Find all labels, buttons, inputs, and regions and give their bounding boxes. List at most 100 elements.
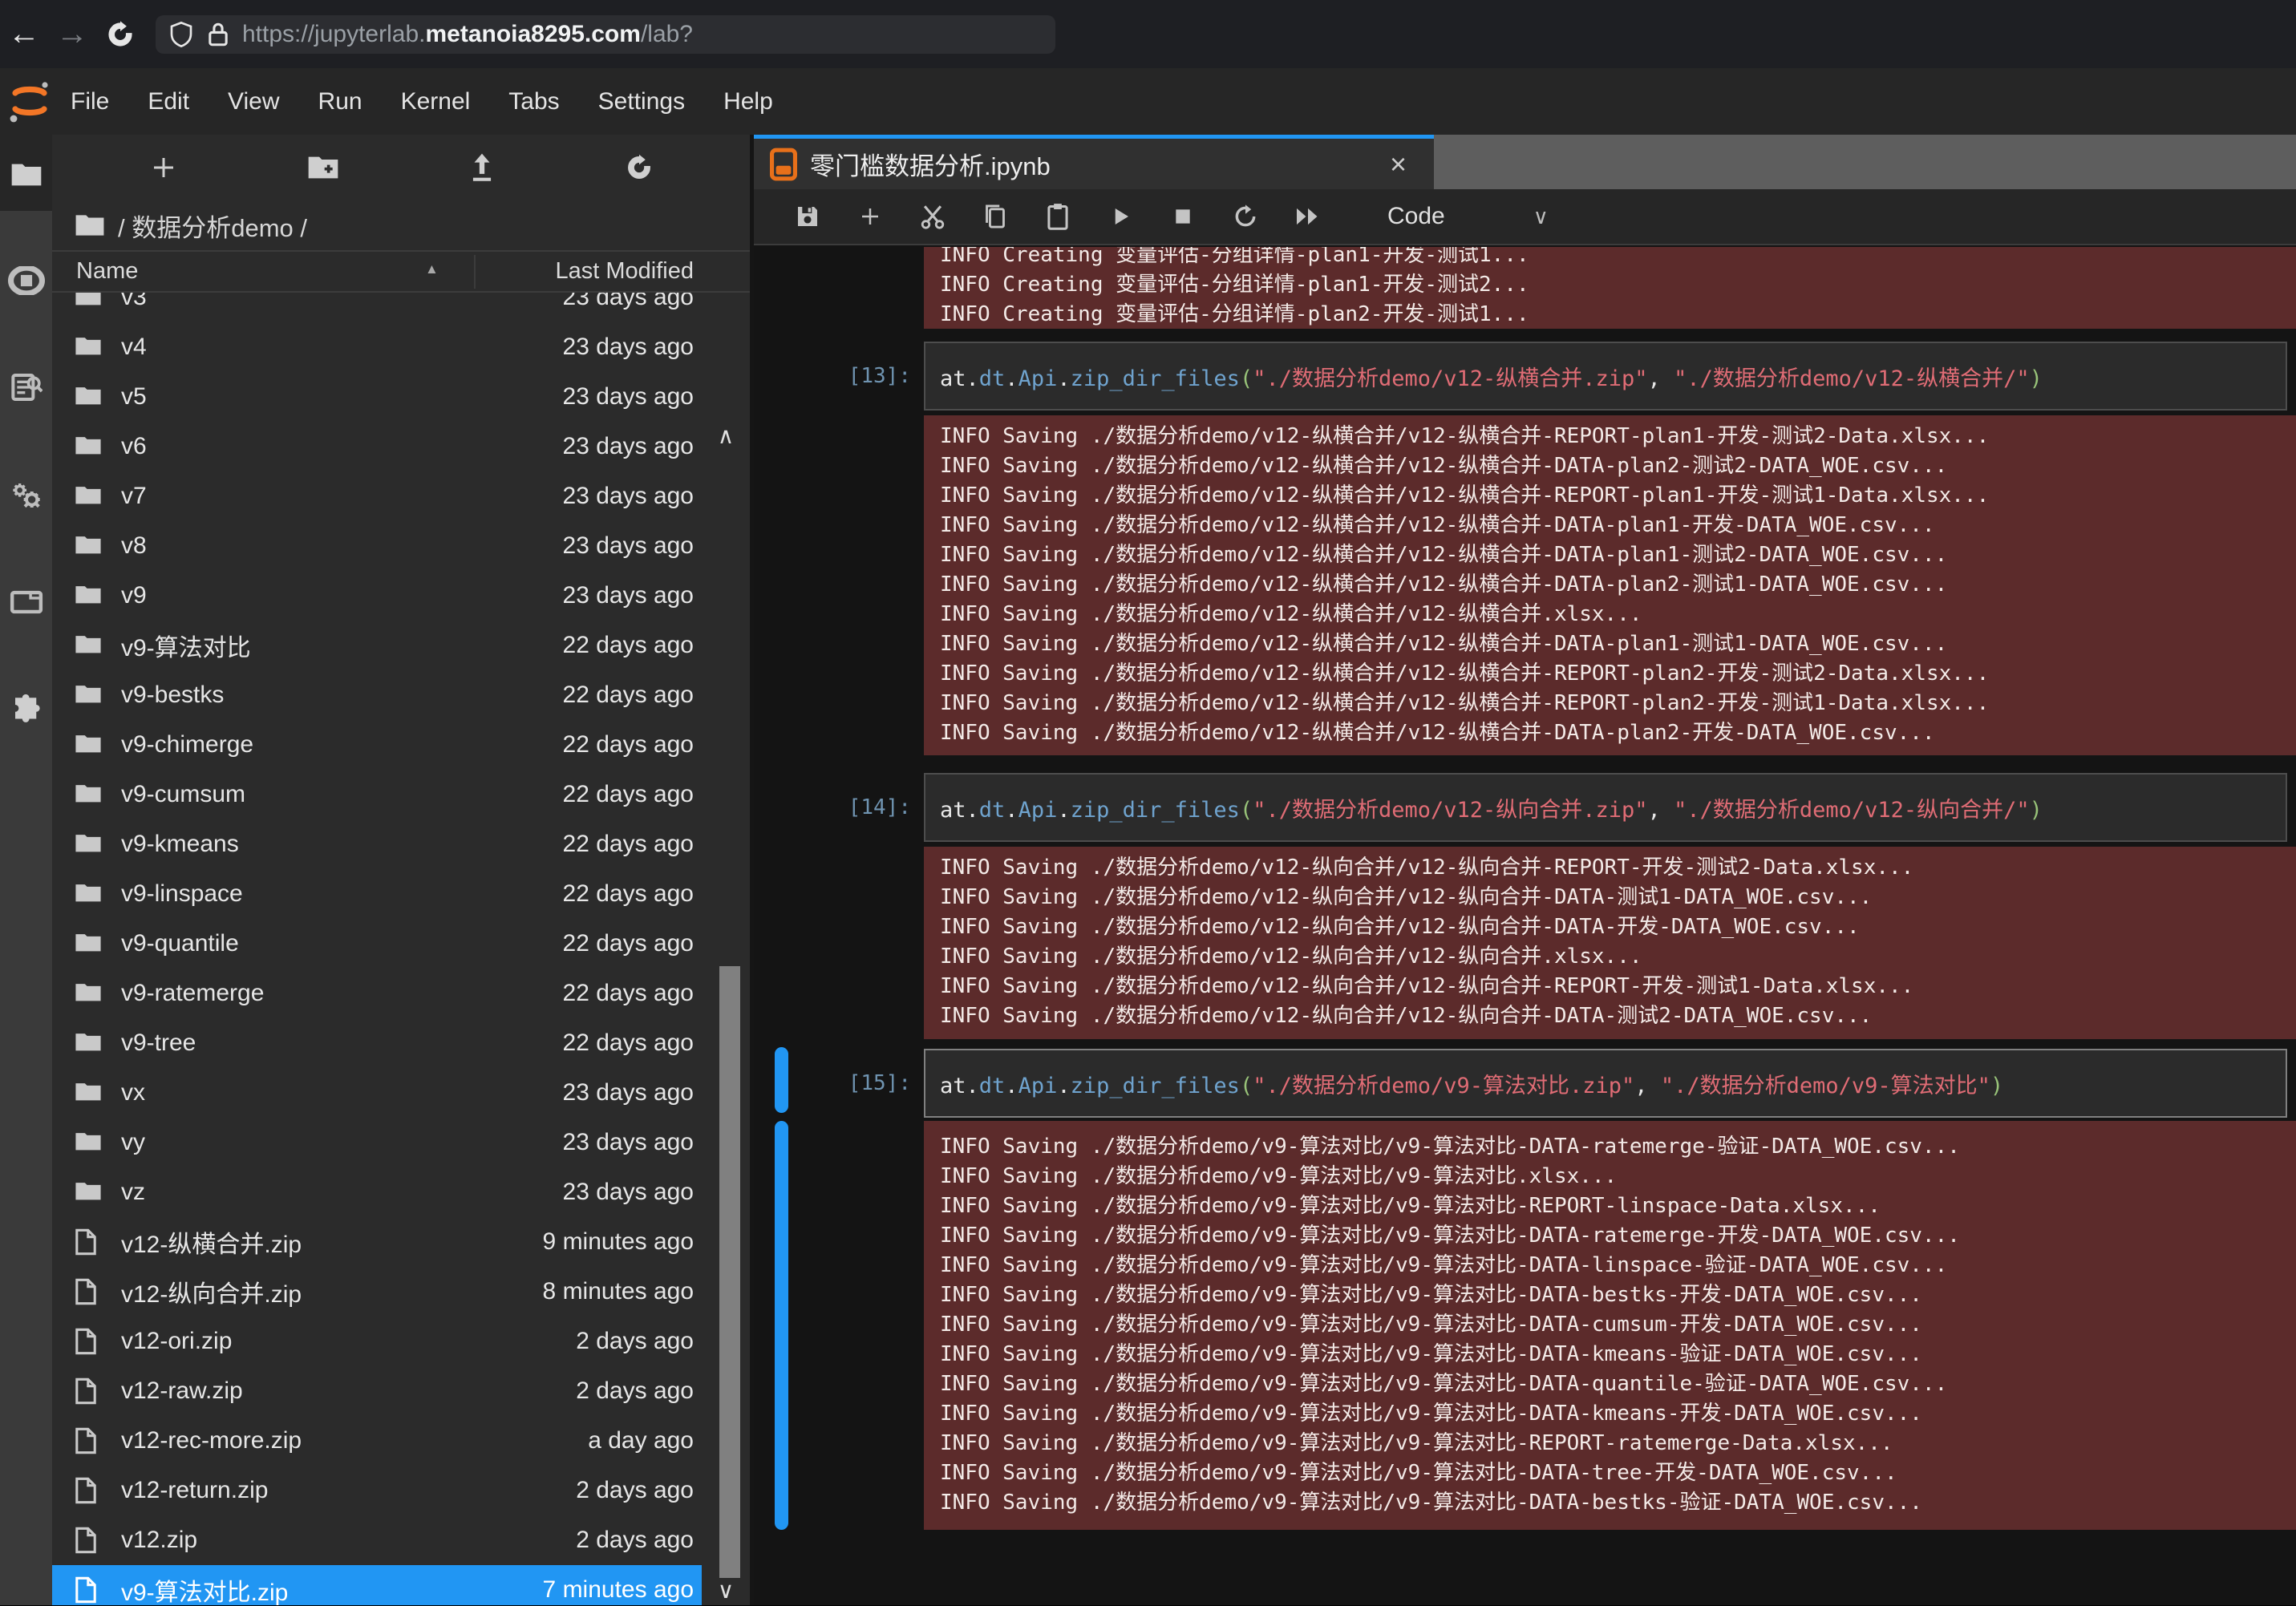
table-row[interactable]: v12-raw.zip 2 days ago [52,1366,702,1416]
table-row[interactable]: v9-ratemerge 22 days ago [52,969,702,1018]
notebook-panel: 零门槛数据分析.ipynb × Co [754,135,2296,1605]
restart-run-all-icon[interactable] [1277,192,1339,241]
save-icon[interactable] [776,192,839,241]
table-of-contents-icon[interactable] [0,363,52,411]
table-row[interactable]: v4 23 days ago [52,322,702,372]
table-row[interactable]: v12-ori.zip 2 days ago [52,1317,702,1366]
file-modified: 23 days ago [563,334,694,361]
file-browser-icon[interactable] [0,151,52,199]
table-row[interactable]: v6 23 days ago [52,422,702,471]
new-folder-icon[interactable] [307,154,339,181]
file-modified: 7 minutes ago [543,1576,694,1604]
table-row[interactable]: v12-rec-more.zip a day ago [52,1416,702,1466]
breadcrumb[interactable]: / 数据分析demo / [75,200,307,250]
back-icon[interactable]: ← [0,10,48,59]
file-name: v9-算法对比.zip [121,1572,543,1605]
cell-prompt: [15]: [754,1071,911,1095]
file-browser-panel: / 数据分析demo / Name ▲ Last Modified v3 23 … [52,135,750,1605]
folder-icon [75,682,102,709]
file-name: v12.zip [121,1527,576,1554]
paste-cells-icon[interactable] [1027,192,1089,241]
file-modified: 23 days ago [563,383,694,411]
table-row[interactable]: v9-tree 22 days ago [52,1018,702,1068]
menu-settings[interactable]: Settings [579,68,704,135]
file-list-scrollbar-thumb[interactable] [719,966,740,1578]
restart-kernel-icon[interactable] [1214,192,1277,241]
run-cell-icon[interactable] [1089,192,1152,241]
table-row[interactable]: v9-linspace 22 days ago [52,869,702,919]
code-cell[interactable]: at.dt.Api.zip_dir_files("./数据分析demo/v12-… [924,773,2287,842]
table-row[interactable]: v9-quantile 22 days ago [52,919,702,969]
table-row[interactable]: v9-cumsum 22 days ago [52,770,702,819]
table-row[interactable]: v12-纵向合并.zip 8 minutes ago [52,1267,702,1317]
notebook-tab[interactable]: 零门槛数据分析.ipynb × [754,135,1434,189]
new-launcher-icon[interactable] [149,153,178,182]
copy-cells-icon[interactable] [964,192,1027,241]
code-cell[interactable]: at.dt.Api.zip_dir_files("./数据分析demo/v12-… [924,342,2287,411]
code-cell-selected[interactable]: at.dt.Api.zip_dir_files("./数据分析demo/v9-算… [924,1049,2287,1118]
table-row[interactable]: vz 23 days ago [52,1167,702,1217]
table-row[interactable]: v9 23 days ago [52,571,702,621]
file-name: vz [121,1179,563,1206]
table-row[interactable]: v9-算法对比 22 days ago [52,621,702,670]
add-cell-icon[interactable] [839,192,901,241]
folder-icon [75,383,102,411]
cell-type-dropdown[interactable]: Code ∨ [1387,203,1549,230]
log-line: INFO Saving ./数据分析demo/v12-纵向合并/v12-纵向合并… [940,912,2296,942]
column-name[interactable]: Name [76,258,138,285]
table-row[interactable]: v9-kmeans 22 days ago [52,819,702,869]
stop-kernel-icon[interactable] [1152,192,1214,241]
address-bar[interactable]: https://jupyterlab.metanoia8295.com/lab? [156,15,1055,54]
file-name: v9-算法对比 [121,628,563,663]
table-row[interactable]: vy 23 days ago [52,1118,702,1167]
table-row[interactable]: v8 23 days ago [52,521,702,571]
file-modified: 23 days ago [563,1079,694,1106]
file-name: v9 [121,582,563,609]
scroll-up-icon[interactable]: ∧ [706,419,746,451]
log-line: INFO Saving ./数据分析demo/v12-纵向合并/v12-纵向合并… [940,972,2296,1001]
upload-icon[interactable] [468,152,496,183]
table-row[interactable]: v12-return.zip 2 days ago [52,1466,702,1515]
folder-icon [75,831,102,858]
close-icon[interactable]: × [1379,148,1418,181]
table-row[interactable]: v3 23 days ago [52,293,702,322]
forward-icon[interactable]: → [48,10,96,59]
running-kernels-icon[interactable] [0,257,52,305]
table-row[interactable]: vx 23 days ago [52,1068,702,1118]
scroll-down-icon[interactable]: ∨ [706,1574,746,1606]
table-row[interactable]: v12-纵横合并.zip 9 minutes ago [52,1217,702,1267]
cut-cells-icon[interactable] [901,192,964,241]
menu-edit[interactable]: Edit [128,68,209,135]
menu-kernel[interactable]: Kernel [382,68,490,135]
table-row-selected[interactable]: v9-算法对比.zip 7 minutes ago [52,1565,702,1605]
refresh-file-list-icon[interactable] [625,153,654,182]
column-last-modified[interactable]: Last Modified [556,258,694,285]
refresh-icon[interactable] [96,10,144,59]
file-modified: 22 days ago [563,831,694,858]
output-area: INFO Saving ./数据分析demo/v12-纵向合并/v12-纵向合并… [924,847,2296,1039]
file-modified: 23 days ago [563,483,694,510]
menu-run[interactable]: Run [299,68,382,135]
file-name: v7 [121,483,563,510]
file-icon [75,1576,102,1604]
notebook-tools-icon[interactable] [0,578,52,626]
table-row[interactable]: v9-bestks 22 days ago [52,670,702,720]
table-row[interactable]: v12.zip 2 days ago [52,1515,702,1565]
table-row[interactable]: v7 23 days ago [52,471,702,521]
table-row[interactable]: v9-chimerge 22 days ago [52,720,702,770]
menu-tabs[interactable]: Tabs [489,68,578,135]
log-line: INFO Saving ./数据分析demo/v9-算法对比/v9-算法对比-R… [940,1191,2296,1221]
file-name: v3 [121,293,563,311]
menu-view[interactable]: View [209,68,298,135]
file-name: v5 [121,383,563,411]
log-line: INFO Saving ./数据分析demo/v9-算法对比/v9-算法对比-R… [940,1429,2296,1458]
extension-manager-puzzle-icon[interactable] [0,686,52,734]
property-inspector-gears-icon[interactable] [0,471,52,520]
lock-icon [207,21,229,48]
menu-help[interactable]: Help [704,68,792,135]
menu-file[interactable]: File [51,68,128,135]
file-modified: 23 days ago [563,1129,694,1156]
file-modified: 2 days ago [576,1527,694,1554]
file-icon [75,1278,102,1305]
table-row[interactable]: v5 23 days ago [52,372,702,422]
